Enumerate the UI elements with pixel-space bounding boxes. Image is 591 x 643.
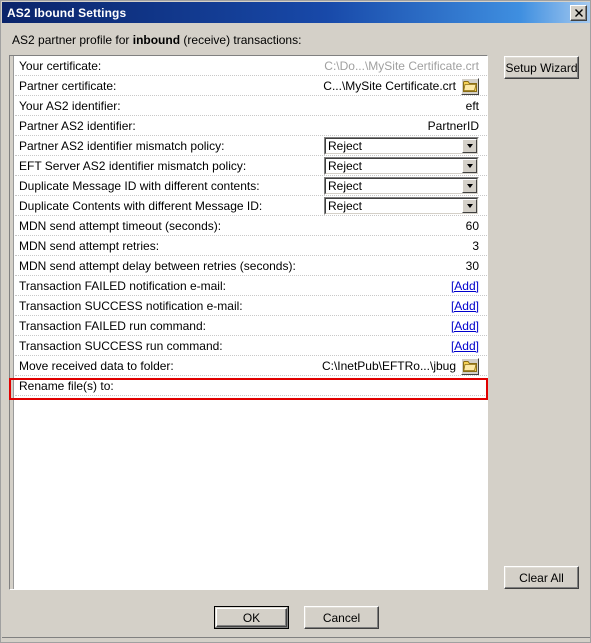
grid-row[interactable]: Transaction SUCCESS notification e-mail:… (15, 296, 487, 316)
grid-row-label: Transaction FAILED run command: (19, 318, 206, 333)
grid-row[interactable]: Partner AS2 identifier: PartnerID (15, 116, 487, 136)
grid-row[interactable]: Duplicate Contents with different Messag… (15, 196, 487, 216)
clear-all-label: Clear All (519, 570, 564, 585)
grid-row[interactable]: Your certificate: C:\Do...\MySite Certifi… (15, 56, 487, 76)
close-glyph (574, 8, 583, 17)
grid-row-label: MDN send attempt timeout (seconds): (19, 218, 222, 233)
close-icon[interactable] (570, 4, 587, 21)
grid-value-text: 60 (465, 219, 479, 233)
grid-row[interactable]: Partner certificate: C...\MySite Certific… (15, 76, 487, 96)
add-link[interactable]: [Add] (451, 319, 479, 333)
grid-value-text: 3 (472, 239, 479, 253)
ok-button[interactable]: OK (214, 606, 289, 629)
grid-row-label: Rename file(s) to: (19, 378, 114, 393)
grid-row-label: Move received data to folder: (19, 358, 174, 373)
grid-row-label: MDN send attempt delay between retries (… (19, 258, 296, 273)
grid-row[interactable]: Move received data to folder: C:\InetPub\… (15, 356, 487, 376)
grid-row-label: Your AS2 identifier: (19, 98, 121, 113)
grid-value-text: C...\MySite Certificate.crt (323, 79, 456, 93)
dialog-description: AS2 partner profile for inbound (receive… (12, 33, 301, 47)
grid-row[interactable]: MDN send attempt timeout (seconds): 60 (15, 216, 487, 236)
grid-row-value[interactable]: [Add] (451, 336, 479, 356)
chevron-down-icon[interactable] (462, 139, 477, 153)
setup-wizard-button[interactable]: Setup Wizard (504, 56, 579, 79)
grid-row-label: EFT Server AS2 identifier mismatch polic… (19, 158, 247, 173)
grid-row[interactable]: EFT Server AS2 identifier mismatch polic… (15, 156, 487, 176)
policy-dropdown[interactable]: Reject (324, 197, 479, 215)
grid-value-text: C:\Do...\MySite Certificate.crt (324, 59, 479, 73)
description-emphasis: inbound (132, 33, 181, 47)
grid-row-label: Partner AS2 identifier mismatch policy: (19, 138, 225, 153)
grid-row[interactable]: Transaction FAILED run command: [Add] (15, 316, 487, 336)
description-suffix: (receive) transactions: (180, 33, 302, 47)
cancel-label: Cancel (322, 610, 361, 625)
grid-row[interactable]: Partner AS2 identifier mismatch policy: R… (15, 136, 487, 156)
grid-row-label: Partner certificate: (19, 78, 117, 93)
grid-row-label: Transaction SUCCESS notification e-mail: (19, 298, 243, 313)
grid-row-value[interactable]: [Add] (451, 316, 479, 336)
dropdown-value: Reject (328, 179, 363, 193)
setup-wizard-label: Setup Wizard (505, 60, 578, 75)
add-link[interactable]: [Add] (451, 279, 479, 293)
folder-icon[interactable] (461, 77, 479, 95)
chevron-down-icon[interactable] (462, 199, 477, 213)
chevron-down-glyph (466, 184, 473, 188)
grid-row-label: Partner AS2 identifier: (19, 118, 136, 133)
title-bar: AS2 Ibound Settings (2, 2, 590, 23)
policy-dropdown[interactable]: Reject (324, 157, 479, 175)
chevron-down-glyph (466, 144, 473, 148)
add-link[interactable]: [Add] (451, 299, 479, 313)
description-prefix: AS2 partner profile for (12, 33, 133, 47)
grid-row-value: 3 (472, 236, 479, 256)
grid-row-label: Duplicate Contents with different Messag… (19, 198, 263, 213)
grid-value-text: eft (465, 99, 479, 113)
grid-row-label: MDN send attempt retries: (19, 238, 160, 253)
policy-dropdown[interactable]: Reject (324, 137, 479, 155)
chevron-down-icon[interactable] (462, 179, 477, 193)
grid-row-label: Transaction FAILED notification e-mail: (19, 278, 226, 293)
grid-row[interactable]: MDN send attempt delay between retries (… (15, 256, 487, 276)
grid-row-value: PartnerID (428, 116, 479, 136)
grid-row-value[interactable]: [Add] (451, 276, 479, 296)
grid-row-value: C:\Do...\MySite Certificate.crt (324, 56, 479, 76)
grid-row-label: Your certificate: (19, 58, 102, 73)
chevron-down-glyph (466, 204, 473, 208)
grid-gutter (10, 56, 14, 589)
grid-row-value: 60 (466, 216, 479, 236)
clear-all-button[interactable]: Clear All (504, 566, 579, 589)
grid-rows: Your certificate: C:\Do...\MySite Certifi… (15, 56, 487, 589)
chevron-down-glyph (466, 164, 473, 168)
dropdown-value: Reject (328, 159, 363, 173)
grid-row-label: Duplicate Message ID with different cont… (19, 178, 260, 193)
dropdown-value: Reject (328, 139, 363, 153)
add-link[interactable]: [Add] (451, 339, 479, 353)
ok-label: OK (242, 610, 261, 625)
grid-row-value: C:\InetPub\EFTRo...\jbug (322, 356, 479, 376)
folder-icon[interactable] (461, 357, 479, 375)
grid-value-text: C:\InetPub\EFTRo...\jbug (321, 359, 456, 373)
settings-grid: Your certificate: C:\Do...\MySite Certifi… (9, 55, 488, 590)
cancel-button[interactable]: Cancel (304, 606, 379, 629)
grid-row[interactable]: MDN send attempt retries: 3 (15, 236, 487, 256)
grid-row-value: eft (466, 96, 479, 116)
bottom-separator (2, 637, 590, 638)
grid-row-value: C...\MySite Certificate.crt (323, 76, 479, 96)
grid-value-text: PartnerID (427, 119, 479, 133)
grid-row[interactable]: Rename file(s) to: (15, 376, 487, 396)
grid-row-label: Transaction SUCCESS run command: (19, 338, 223, 353)
grid-row-value[interactable]: [Add] (451, 296, 479, 316)
policy-dropdown[interactable]: Reject (324, 177, 479, 195)
grid-row[interactable]: Your AS2 identifier: eft (15, 96, 487, 116)
grid-value-text: 30 (465, 259, 479, 273)
as2-inbound-settings-dialog: AS2 Ibound Settings AS2 partner profile … (0, 0, 591, 643)
grid-row[interactable]: Transaction FAILED notification e-mail: [… (15, 276, 487, 296)
chevron-down-icon[interactable] (462, 159, 477, 173)
grid-row[interactable]: Duplicate Message ID with different cont… (15, 176, 487, 196)
window-title: AS2 Ibound Settings (7, 5, 127, 20)
dropdown-value: Reject (328, 199, 363, 213)
grid-row[interactable]: Transaction SUCCESS run command: [Add] (15, 336, 487, 356)
grid-row-value: 30 (466, 256, 479, 276)
ok-button-face: OK (216, 608, 287, 627)
